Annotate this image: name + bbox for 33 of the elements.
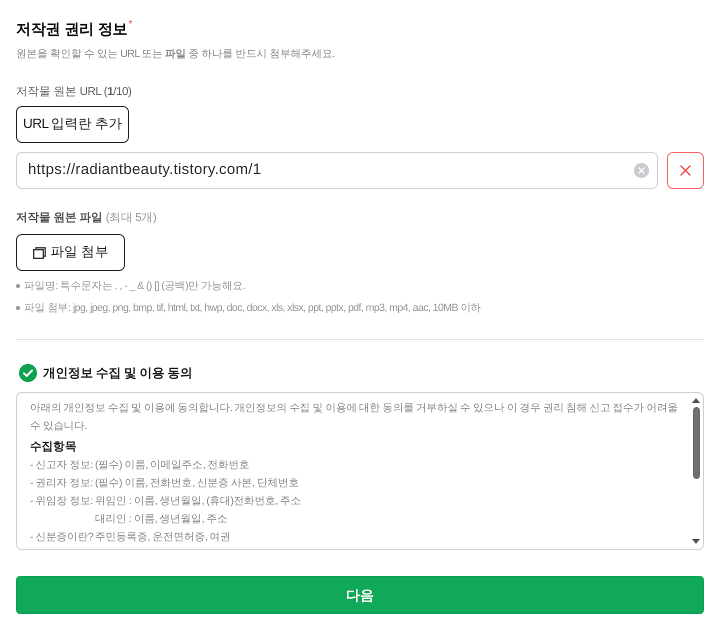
- section-description: 원본을 확인할 수 있는 URL 또는 파일 중 하나를 반드시 첨부해주세요.: [16, 47, 336, 62]
- item-label: - 권리자 정보:: [30, 476, 94, 491]
- item-label: - 신분증이란?: [30, 530, 94, 545]
- checkbox-checked-icon[interactable]: [19, 364, 37, 382]
- file-note: 파일명: 특수문자는 . , - _ & () [] (공백)만 가능해요.: [24, 279, 246, 294]
- item-label: - 위임장 정보:: [30, 494, 94, 509]
- copy-icon: [32, 246, 46, 258]
- required-mark: *: [128, 20, 132, 30]
- item-value: 주민등록증, 운전면허증, 여권: [95, 530, 231, 545]
- collected-items-heading: 수집항목: [30, 440, 78, 455]
- item-label: - 신고자 정보:: [30, 458, 94, 473]
- consent-title: 개인정보 수집 및 이용 동의: [43, 365, 192, 382]
- scrollbar-thumb[interactable]: [692, 407, 700, 479]
- url-input-value: https://radiantbeauty.tistory.com/1: [28, 160, 262, 180]
- item-value: (필수) 이름, 이메일주소, 전화번호: [95, 458, 250, 473]
- attach-file-button[interactable]: 파일 첨부: [16, 234, 125, 271]
- scroll-up-icon[interactable]: [692, 398, 700, 403]
- url-field-label: 저작물 원본 URL (1/10): [16, 85, 132, 100]
- bullet-icon: [16, 284, 20, 288]
- scroll-down-icon[interactable]: [692, 539, 700, 544]
- section-title: 저작권 권리 정보: [16, 20, 128, 40]
- url-input-field[interactable]: https://radiantbeauty.tistory.com/1: [16, 152, 658, 189]
- item-value: (필수) 이름, 전화번호, 신분증 사본, 단체번호: [95, 476, 299, 491]
- consent-intro: 아래의 개인정보 수집 및 이용에 동의합니다. 개인정보의 수집 및 이용에 대한 동의를 거부하실 수 있으나 이 경우 권리 침해 신고 접수가 어려울 수 있습니다.: [30, 401, 679, 434]
- item-value: 위임인 : 이름, 생년월일, (휴대)전화번호, 주소: [95, 494, 302, 509]
- close-icon: [680, 165, 691, 176]
- add-url-field-button[interactable]: URL 입력란 추가: [16, 106, 129, 143]
- item-value: 대리인 : 이름, 생년월일, 주소: [95, 512, 228, 527]
- bullet-icon: [16, 306, 20, 310]
- remove-url-button[interactable]: [667, 152, 704, 189]
- file-field-label: 저작물 원본 파일: [16, 211, 103, 226]
- file-note: 파일 첨부: jpg, jpeg, png, bmp, tif, html, txt, hwp, doc, docx, xls, xlsx, ppt, pptx, pdf, mp3, mp4, aac, 10MB 이하: [24, 301, 482, 316]
- file-field-hint: (최대 5개): [106, 211, 156, 226]
